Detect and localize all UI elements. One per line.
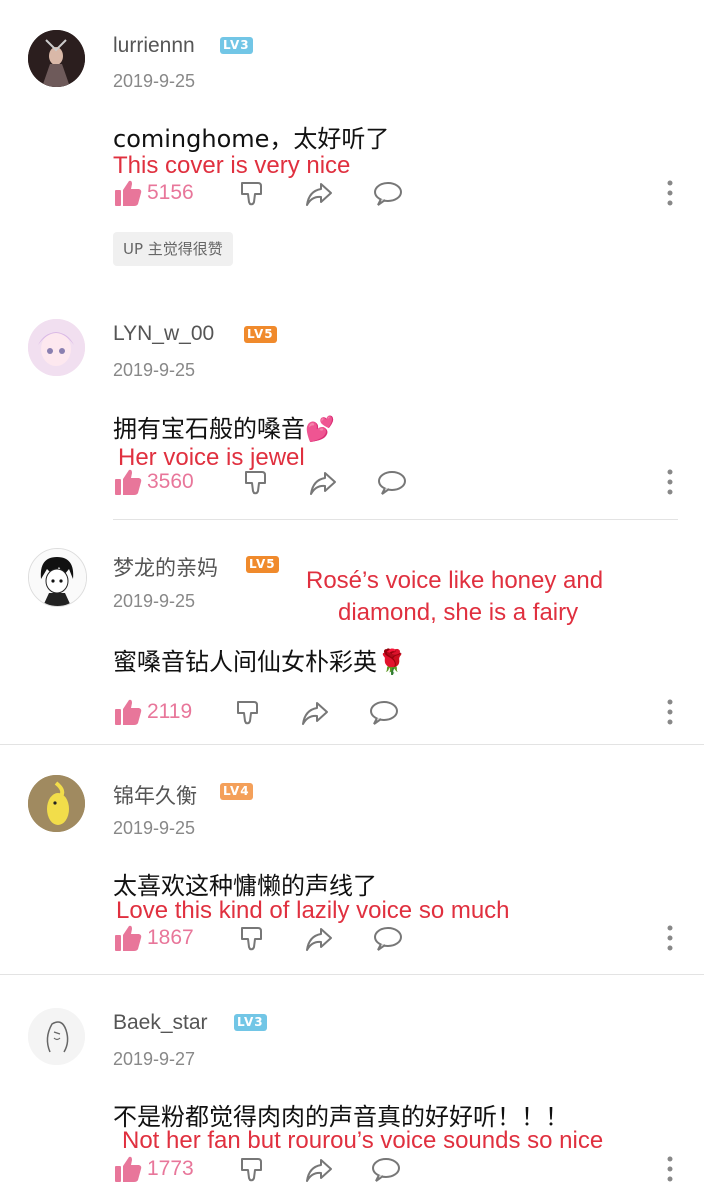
avatar[interactable]	[28, 30, 85, 87]
thumbs-up-icon	[113, 467, 143, 497]
like-count: 2119	[147, 700, 193, 723]
username[interactable]: 梦龙的亲妈	[113, 552, 218, 582]
share-icon[interactable]	[304, 180, 334, 208]
share-icon[interactable]	[308, 469, 338, 497]
translation-text-line-1: Rosé’s voice like honey and	[306, 567, 604, 594]
level-badge: LV3	[220, 37, 253, 54]
level-badge: LV5	[244, 326, 277, 343]
share-icon[interactable]	[300, 699, 330, 727]
comment-date: 2019-9-25	[113, 71, 196, 91]
like-button[interactable]: 1773	[113, 1154, 194, 1184]
comment-item: 锦年久衡 LV4 2019-9-25 太喜欢这种慵懒的声线了 Love this…	[0, 745, 704, 975]
level-badge: LV3	[234, 1014, 267, 1031]
comment-date: 2019-9-27	[113, 1049, 196, 1069]
like-button[interactable]: 2119	[113, 697, 192, 727]
like-count: 5156	[147, 181, 194, 204]
level-badge: LV5	[246, 556, 279, 573]
more-options-icon[interactable]	[660, 697, 680, 727]
username[interactable]: 锦年久衡	[113, 780, 197, 810]
more-options-icon[interactable]	[660, 178, 680, 208]
dislike-icon[interactable]	[238, 180, 266, 208]
more-options-icon[interactable]	[660, 1154, 680, 1184]
avatar[interactable]	[28, 1008, 85, 1065]
username[interactable]: lurriennn	[113, 34, 195, 58]
comment-text: 太喜欢这种慵懒的声线了	[113, 872, 377, 900]
comment-item: lurriennn LV3 2019-9-25 cominghome，太好听了 …	[0, 0, 704, 300]
thumbs-up-icon	[113, 923, 143, 953]
dislike-icon[interactable]	[238, 1156, 266, 1184]
thumbs-up-icon	[113, 1154, 143, 1184]
like-button[interactable]: 3560	[113, 467, 194, 497]
comment-item: 梦龙的亲妈 LV5 2019-9-25 Rosé’s voice like ho…	[0, 520, 704, 745]
like-button[interactable]: 1867	[113, 923, 194, 953]
reply-icon[interactable]	[372, 925, 404, 953]
username[interactable]: LYN_w_00	[113, 322, 214, 346]
avatar[interactable]	[28, 548, 87, 607]
username[interactable]: Baek_star	[113, 1011, 208, 1035]
comment-text: cominghome，太好听了	[113, 125, 390, 153]
share-icon[interactable]	[304, 925, 334, 953]
avatar[interactable]	[28, 319, 85, 376]
thumbs-up-icon	[113, 697, 143, 727]
reply-icon[interactable]	[368, 699, 400, 727]
dislike-icon[interactable]	[242, 469, 270, 497]
translation-text-line-2: diamond, she is a fairy	[338, 599, 579, 626]
more-options-icon[interactable]	[660, 467, 680, 497]
avatar[interactable]	[28, 775, 85, 832]
reply-icon[interactable]	[370, 1156, 402, 1184]
comment-item: Baek_star LV3 2019-9-27 不是粉都觉得肉肉的声音真的好好听…	[0, 975, 704, 1200]
level-badge: LV4	[220, 783, 253, 800]
dislike-icon[interactable]	[234, 699, 262, 727]
reply-icon[interactable]	[372, 180, 404, 208]
comment-text: 蜜嗓音钻人间仙女朴彩英🌹	[113, 648, 407, 676]
share-icon[interactable]	[304, 1156, 334, 1184]
comment-date: 2019-9-25	[113, 591, 196, 611]
like-count: 3560	[147, 470, 194, 493]
up-liked-badge: UP 主觉得很赞	[113, 232, 233, 266]
reply-icon[interactable]	[376, 469, 408, 497]
like-count: 1867	[147, 926, 194, 949]
comment-text: 拥有宝石般的嗓音💕	[113, 415, 335, 443]
translation-text: This cover is very nice	[113, 152, 351, 179]
translation-text: Love this kind of lazily voice so much	[116, 897, 510, 924]
comment-date: 2019-9-25	[113, 818, 196, 838]
more-options-icon[interactable]	[660, 923, 680, 953]
like-button[interactable]: 5156	[113, 178, 194, 208]
like-count: 1773	[147, 1157, 194, 1180]
thumbs-up-icon	[113, 178, 143, 208]
translation-text: Not her fan but rourou’s voice sounds so…	[122, 1127, 604, 1154]
comment-date: 2019-9-25	[113, 360, 196, 380]
dislike-icon[interactable]	[238, 925, 266, 953]
comment-item: LYN_w_00 LV5 2019-9-25 拥有宝石般的嗓音💕 Her voi…	[0, 300, 704, 520]
